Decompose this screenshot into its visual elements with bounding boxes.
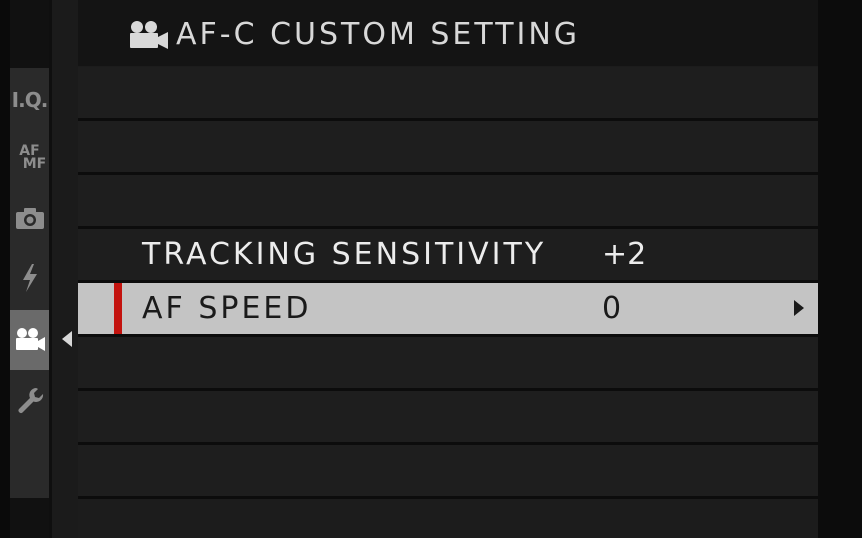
movie-camera-icon	[15, 328, 45, 351]
menu-row-empty	[78, 391, 818, 445]
menu-item-af-speed[interactable]: AF SPEED 0	[78, 283, 818, 337]
screen-left-edge	[0, 0, 10, 538]
tab-af-mf[interactable]: AF MF	[10, 130, 49, 186]
menu-row-empty	[78, 445, 818, 499]
tab-cursor-arrow-icon	[62, 331, 72, 347]
menu-row-empty	[78, 337, 818, 391]
tab-gutter	[49, 0, 78, 538]
flash-icon	[22, 264, 37, 292]
menu-item-value: 0	[602, 291, 622, 326]
camera-icon	[15, 208, 44, 229]
tab-flash-setting[interactable]	[10, 250, 49, 306]
menu-category-tabs: I.Q. AF MF	[10, 68, 49, 498]
tab-divider	[49, 0, 52, 538]
menu-item-value: +2	[602, 237, 647, 272]
tab-image-quality[interactable]: I.Q.	[10, 72, 49, 128]
menu-item-tracking-sensitivity[interactable]: TRACKING SENSITIVITY +2	[78, 229, 818, 283]
selection-marker	[114, 283, 122, 334]
tab-setup[interactable]	[10, 372, 49, 428]
menu-row-empty	[78, 175, 818, 229]
tab-label-iq: I.Q.	[11, 88, 49, 112]
submenu-arrow-icon	[794, 300, 804, 316]
tab-movie-setting[interactable]	[10, 310, 49, 370]
menu-row-empty	[78, 67, 818, 121]
tab-label-afmf: AF MF	[13, 144, 47, 172]
tab-shooting-setting[interactable]	[10, 190, 49, 246]
menu-row-empty	[78, 121, 818, 175]
wrench-icon	[17, 388, 43, 413]
movie-camera-icon	[130, 21, 168, 49]
screen-right-edge	[818, 0, 862, 538]
menu-item-label: AF SPEED	[142, 291, 312, 326]
tab-label-mf: MF	[22, 156, 47, 172]
page-title: AF-C CUSTOM SETTING	[176, 17, 581, 52]
menu-item-label: TRACKING SENSITIVITY	[142, 237, 547, 272]
